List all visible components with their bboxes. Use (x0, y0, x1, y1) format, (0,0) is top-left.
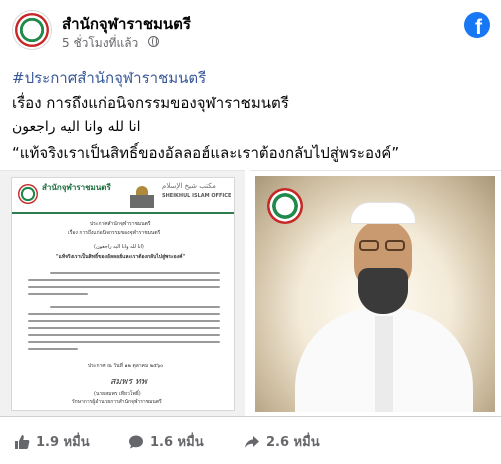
mosque-icon (130, 186, 154, 208)
likes-stat[interactable]: 1.9 หมื่น (14, 431, 90, 452)
document-org-name: สำนักจุฬาราชมนตรี (42, 183, 111, 192)
portrait-glasses (359, 240, 407, 252)
hashtag-link[interactable]: #ประกาศสำนักจุฬาราชมนตรี (12, 66, 206, 90)
document-text-line (28, 286, 220, 288)
document-text-line (28, 320, 220, 322)
document-letterhead: สำนักจุฬาราชมนตรี مكتب شيخ الإسلام SHEIK… (12, 178, 234, 214)
document-signer: (นายสมพร เทียวโพธิ์) (94, 391, 141, 397)
document-text-line (28, 279, 220, 281)
comment-bubble-icon (129, 435, 143, 448)
facebook-logo-icon[interactable]: f (464, 12, 490, 38)
comments-stat[interactable]: 1.6 หมื่น (128, 431, 204, 452)
page-name-link[interactable]: สำนักจุฬาราชมนตรี (62, 12, 191, 36)
post-stats-bar: 1.9 หมื่น 1.6 หมื่น 2.6 หมื่น (0, 416, 501, 464)
document-text-line (28, 313, 220, 315)
post-quote: “แท้จริงเราเป็นสิทธิ์ของอัลลอฮ์และเราต้อ… (12, 144, 400, 162)
document-org-english: SHEIKHUL ISLAM OFFICE (162, 193, 232, 199)
comments-count: 1.6 หมื่น (150, 435, 204, 450)
document-quote: "แท้จริงเราเป็นสิทธิ์ของอัลลอฮ์และเราต้อ… (56, 254, 186, 260)
portrait-seal-icon (267, 188, 303, 224)
document-signer-title: รักษาการผู้อำนวยการสำนักจุฬาราชมนตรี (72, 399, 162, 405)
thumbs-up-icon (15, 434, 30, 449)
document-signature: สมพร ทพ (110, 377, 147, 387)
document-text-line (28, 327, 220, 329)
portrait-robe-fold (375, 316, 393, 412)
document-arabic: (انا لله وانا اليه راجعون) (94, 244, 144, 250)
likes-count: 1.9 หมื่น (36, 435, 90, 450)
document-text-line (50, 306, 220, 308)
facebook-post-card: สำนักจุฬาราชมนตรี 5 ชั่วโมงที่แล้ว f #ปร… (0, 0, 501, 464)
document-text-line (28, 334, 220, 336)
share-arrow-icon (245, 435, 259, 448)
portrait-beard (358, 268, 408, 314)
post-timestamp[interactable]: 5 ชั่วโมงที่แล้ว (62, 34, 138, 53)
office-seal-icon (15, 13, 49, 47)
announcement-photo[interactable]: สำนักจุฬาราชมนตรี مكتب شيخ الإسلام SHEIK… (0, 170, 245, 416)
document-org-address (42, 193, 43, 198)
document-text-line (28, 341, 220, 343)
announcement-document: สำนักจุฬาราชมนตรี مكتب شيخ الإسلام SHEIK… (11, 177, 235, 411)
portrait-cap (350, 202, 416, 224)
globe-icon (148, 36, 159, 47)
document-title: ประกาศสำนักจุฬาราชมนตรี (90, 221, 151, 227)
document-text-line (28, 293, 88, 295)
shares-stat[interactable]: 2.6 หมื่น (244, 431, 320, 452)
arabic-verse: انا لله وانا اليه راجعون (12, 119, 141, 135)
post-subject: เรื่อง การถึงแก่อนิจกรรมของจุฬาราชมนตรี (12, 94, 289, 112)
document-date: ประกาศ ณ วันที่ ๑๒ ตุลาคม ๒๕๖๐ (88, 363, 164, 369)
document-text-line (50, 272, 220, 274)
document-text-line (28, 348, 78, 350)
shares-count: 2.6 หมื่น (266, 435, 320, 450)
document-subject: เรื่อง การถึงแก่อนิจกรรมของจุฬาราชมนตรี (68, 230, 161, 236)
portrait-photo[interactable] (250, 170, 501, 416)
document-org-english-sub (162, 201, 163, 206)
document-arabic-letterhead: مكتب شيخ الإسلام (162, 182, 216, 190)
page-avatar[interactable] (12, 10, 52, 50)
document-seal-icon (18, 184, 38, 204)
portrait-image (255, 176, 495, 412)
